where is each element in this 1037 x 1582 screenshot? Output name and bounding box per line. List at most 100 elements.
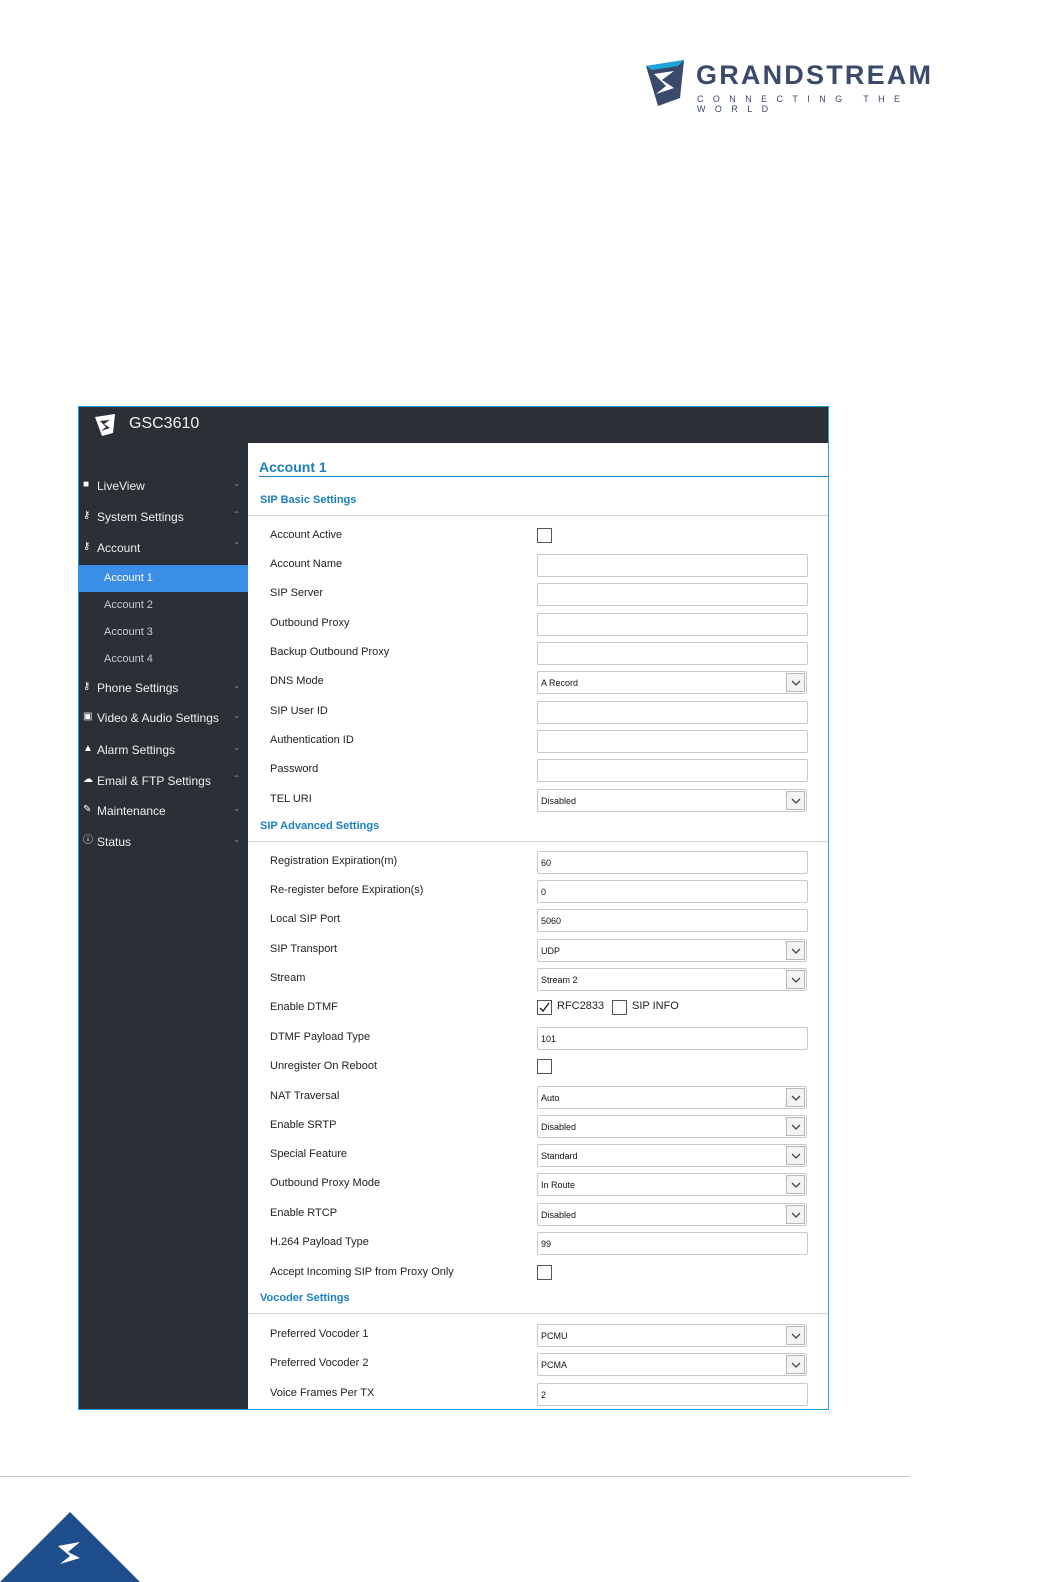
sidebar-subitem-account-2[interactable]: Account 2	[79, 592, 248, 619]
outbound-proxy-mode-select[interactable]: In Route	[537, 1173, 807, 1196]
app-logo-icon	[95, 414, 115, 436]
backup-outbound-proxy-input[interactable]	[537, 642, 808, 665]
tel-uri-select[interactable]: Disabled	[537, 789, 807, 812]
sidebar-item-account[interactable]: ⚷ Account ⌃	[79, 535, 248, 563]
row-tel-uri: TEL URI Disabled	[248, 787, 828, 813]
row-enable-rtcp: Enable RTCP Disabled	[248, 1201, 828, 1227]
sidebar-subitem-account-4[interactable]: Account 4	[79, 646, 248, 673]
dtmf-rfc2833-label: RFC2833	[557, 1000, 605, 1012]
chevron-up-icon: ⌃	[233, 510, 240, 519]
section-divider	[248, 841, 828, 842]
info-icon: ⓘ	[83, 835, 93, 846]
account-active-checkbox[interactable]	[537, 528, 552, 543]
row-enable-dtmf: Enable DTMF RFC2833 SIP INFO	[270, 1000, 679, 1015]
row-dtmf-payload-type: DTMF Payload Type 101	[248, 1025, 828, 1051]
preferred-vocoder-1-select[interactable]: PCMU	[537, 1324, 807, 1347]
dtmf-sip-info-label: SIP INFO	[632, 1000, 679, 1012]
grandstream-logo-icon	[646, 60, 684, 106]
accept-incoming-sip-checkbox[interactable]	[537, 1265, 552, 1280]
sidebar-subitem-account-3[interactable]: Account 3	[79, 619, 248, 646]
outbound-proxy-input[interactable]	[537, 613, 808, 636]
section-title-sip-basic: SIP Basic Settings	[260, 494, 357, 506]
sidebar-subitem-account-1[interactable]: Account 1	[79, 565, 248, 592]
enable-rtcp-select[interactable]: Disabled	[537, 1203, 807, 1226]
preferred-vocoder-2-select[interactable]: PCMA	[537, 1353, 807, 1376]
sidebar-item-system-settings[interactable]: ⚷ System Settings ⌃	[79, 504, 248, 532]
sip-transport-select[interactable]: UDP	[537, 939, 807, 962]
title-divider	[259, 476, 828, 477]
brand-tagline: CONNECTING THE WORLD	[697, 94, 910, 114]
reregister-before-expiration-input[interactable]: 0	[537, 880, 808, 903]
chevron-down-icon	[786, 941, 805, 960]
account-name-input[interactable]	[537, 554, 808, 577]
sip-user-id-input[interactable]	[537, 701, 808, 724]
row-enable-srtp: Enable SRTP Disabled	[248, 1113, 828, 1139]
brand-logo: GRANDSTREAM CONNECTING THE WORLD	[640, 58, 970, 114]
dns-mode-select[interactable]: A Record	[537, 671, 807, 694]
video-audio-icon: ▣	[83, 711, 93, 722]
sidebar-item-email-ftp-settings[interactable]: ☁ Email & FTP Settings ⌃	[79, 768, 248, 796]
chevron-down-icon: ⌄	[233, 681, 240, 690]
section-divider	[248, 515, 828, 516]
dtmf-payload-type-input[interactable]: 101	[537, 1027, 808, 1050]
row-reregister-before-expiration: Re-register before Expiration(s) 0	[248, 878, 828, 904]
cloud-icon: ☁	[83, 774, 93, 785]
chevron-down-icon: ⌄	[233, 743, 240, 752]
voice-frames-per-tx-input[interactable]: 2	[537, 1383, 808, 1406]
stream-select[interactable]: Stream 2	[537, 968, 807, 991]
bell-icon: ▲	[83, 743, 93, 754]
registration-expiration-input[interactable]: 60	[537, 851, 808, 874]
chevron-down-icon	[786, 1326, 805, 1345]
chevron-up-icon: ⌃	[233, 541, 240, 550]
checkmark-icon	[539, 1002, 550, 1013]
chevron-down-icon	[786, 970, 805, 989]
chevron-down-icon: ⌄	[233, 835, 240, 844]
chevron-down-icon	[786, 1355, 805, 1374]
chevron-down-icon: ⌄	[233, 804, 240, 813]
row-account-active: Account Active	[248, 523, 828, 549]
password-input[interactable]	[537, 759, 808, 782]
sidebar-item-maintenance[interactable]: ✎ Maintenance ⌄	[79, 798, 248, 826]
dtmf-sip-info-checkbox[interactable]	[612, 1000, 627, 1015]
row-outbound-proxy: Outbound Proxy	[248, 611, 828, 637]
enable-srtp-select[interactable]: Disabled	[537, 1115, 807, 1138]
chevron-down-icon: ⌄	[233, 711, 240, 720]
nat-traversal-select[interactable]: Auto	[537, 1086, 807, 1109]
sidebar-item-video-audio-settings[interactable]: ▣ Video & Audio Settings ⌄	[79, 705, 248, 733]
sidebar-item-alarm-settings[interactable]: ▲ Alarm Settings ⌄	[79, 737, 248, 765]
row-unregister-on-reboot: Unregister On Reboot	[248, 1054, 828, 1080]
row-sip-user-id: SIP User ID	[248, 699, 828, 725]
section-title-vocoder: Vocoder Settings	[260, 1292, 350, 1304]
local-sip-port-input[interactable]: 5060	[537, 909, 808, 932]
row-outbound-proxy-mode: Outbound Proxy Mode In Route	[248, 1171, 828, 1197]
chevron-down-icon	[786, 1088, 805, 1107]
chevron-down-icon	[786, 1146, 805, 1165]
row-nat-traversal: NAT Traversal Auto	[248, 1084, 828, 1110]
row-preferred-vocoder-1: Preferred Vocoder 1 PCMU	[248, 1322, 828, 1348]
special-feature-select[interactable]: Standard	[537, 1144, 807, 1167]
page-title: Account 1	[259, 459, 327, 475]
brand-name: GRANDSTREAM	[696, 60, 934, 90]
row-backup-outbound-proxy: Backup Outbound Proxy	[248, 640, 828, 666]
sidebar-item-status[interactable]: ⓘ Status ⌄	[79, 829, 248, 857]
authentication-id-input[interactable]	[537, 730, 808, 753]
app-title: GSC3610	[129, 415, 200, 432]
wrench-icon: ✎	[83, 804, 92, 815]
sidebar-item-phone-settings[interactable]: ⚷ Phone Settings ⌄	[79, 675, 248, 703]
chevron-down-icon	[786, 1175, 805, 1194]
camera-icon: ■	[83, 479, 90, 490]
h264-payload-type-input[interactable]: 99	[537, 1232, 808, 1255]
sip-server-input[interactable]	[537, 583, 808, 606]
key-icon: ⚷	[83, 541, 91, 552]
sidebar-item-liveview[interactable]: ■ LiveView ⌄	[79, 473, 248, 501]
chevron-down-icon	[786, 1117, 805, 1136]
section-title-sip-advanced: SIP Advanced Settings	[260, 820, 380, 832]
dtmf-rfc2833-checkbox[interactable]	[537, 1000, 552, 1015]
footer-logo-icon	[0, 1512, 140, 1582]
unregister-on-reboot-checkbox[interactable]	[537, 1059, 552, 1074]
chevron-down-icon	[786, 1205, 805, 1224]
chevron-down-icon	[786, 673, 805, 692]
row-sip-server: SIP Server	[248, 581, 828, 607]
row-special-feature: Special Feature Standard	[248, 1142, 828, 1168]
row-sip-transport: SIP Transport UDP	[248, 937, 828, 963]
